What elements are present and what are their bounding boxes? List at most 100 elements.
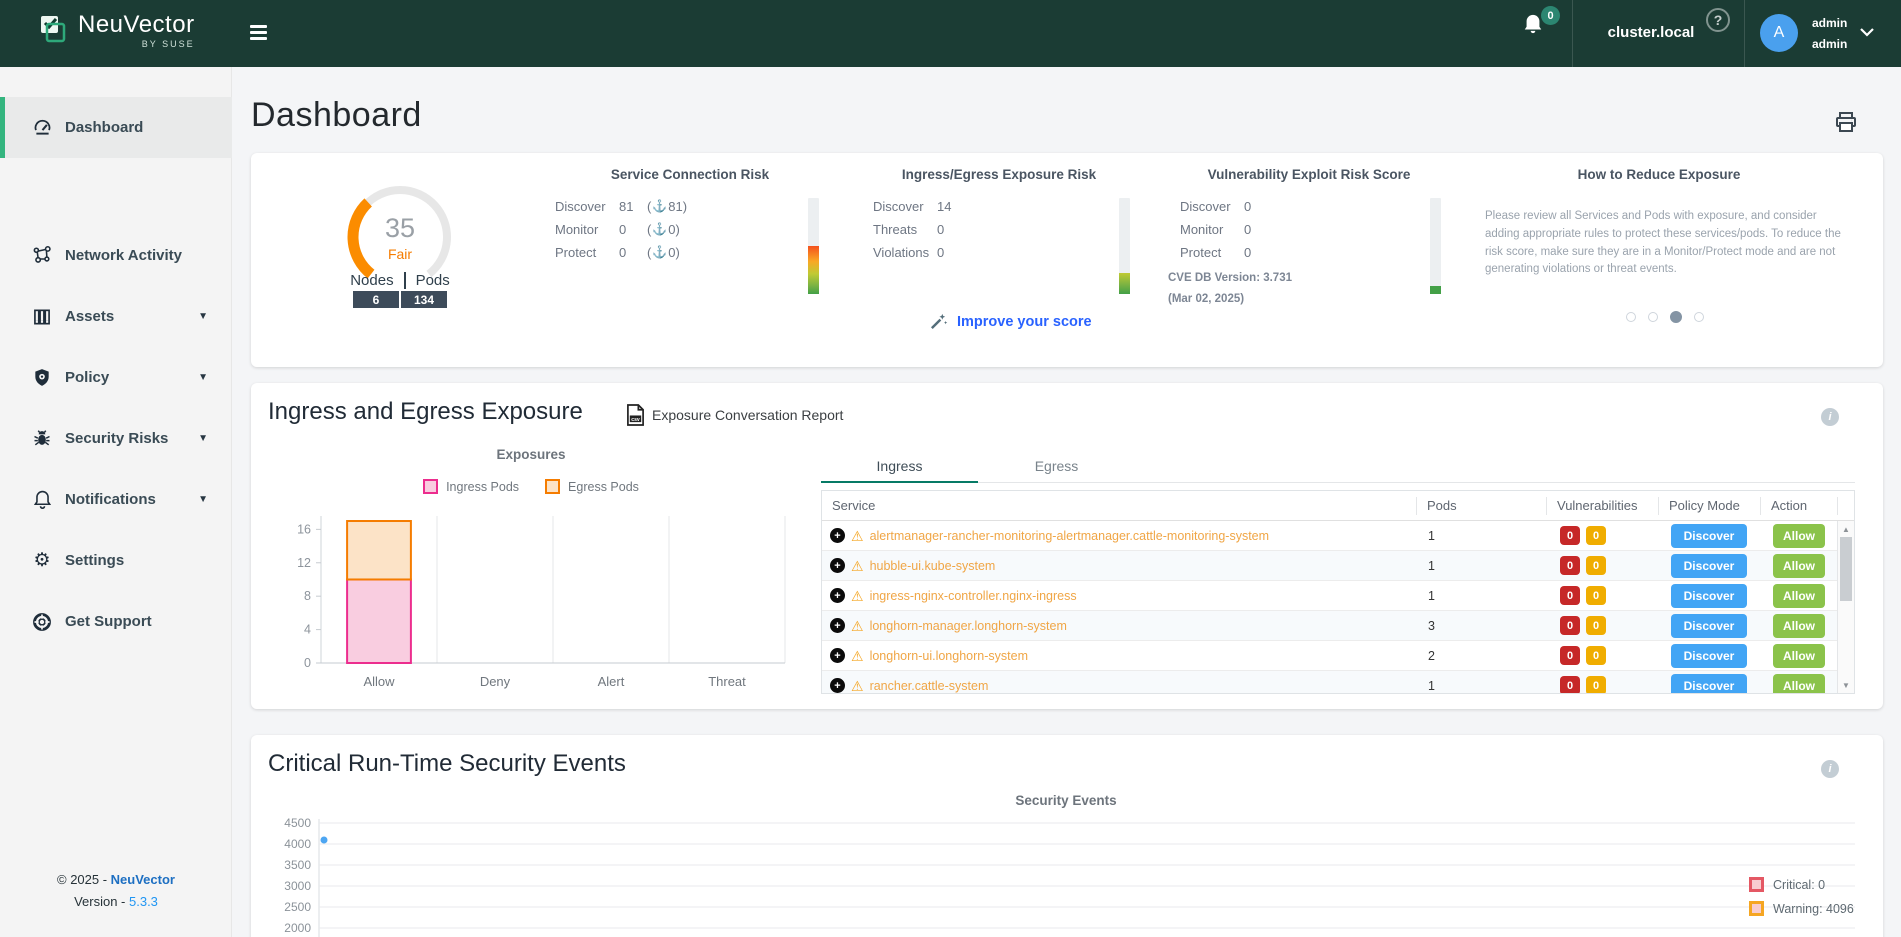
sidebar-item-label: Security Risks (65, 430, 168, 447)
expand-row-icon[interactable]: + (830, 528, 845, 543)
warning-triangle-icon: ⚠ (851, 589, 864, 603)
policy-mode-button[interactable]: Discover (1671, 584, 1748, 608)
warning-triangle-icon: ⚠ (851, 529, 864, 543)
print-icon[interactable] (1834, 110, 1858, 134)
sidebar-item-assets[interactable]: Assets ▼ (0, 286, 232, 347)
medium-vuln-badge: 0 (1586, 676, 1606, 694)
brand-byline: BY SUSE (78, 39, 195, 49)
sidebar-item-network-activity[interactable]: Network Activity (0, 225, 232, 286)
service-link[interactable]: ingress-nginx-controller.nginx-ingress (870, 589, 1077, 603)
user-name: admin (1812, 13, 1847, 34)
user-menu[interactable]: admin admin (1812, 13, 1847, 55)
cve-db-version: CVE DB Version: 3.731 (1168, 272, 1292, 284)
sidebar-item-get-support[interactable]: Get Support (0, 591, 232, 652)
svg-text:8: 8 (304, 589, 311, 603)
sidebar-item-label: Dashboard (65, 119, 143, 136)
hamburger-menu-icon[interactable] (250, 22, 272, 42)
medium-vuln-badge: 0 (1586, 616, 1606, 635)
policy-mode-button[interactable]: Discover (1671, 554, 1748, 578)
pods-count: 1 (1416, 679, 1546, 693)
exposures-bar-chart: 0481216AllowDenyAlertThreat (271, 508, 791, 698)
exposure-table-header: Service Pods Vulnerabilities Policy Mode… (822, 491, 1854, 521)
policy-mode-button[interactable]: Discover (1671, 524, 1748, 548)
neuvector-link[interactable]: NeuVector (111, 872, 175, 887)
service-link[interactable]: rancher.cattle-system (870, 679, 989, 693)
table-scrollbar[interactable]: ▲ ▼ (1837, 521, 1854, 693)
service-link[interactable]: hubble-ui.kube-system (870, 559, 996, 573)
chevron-down-icon[interactable] (1860, 28, 1874, 37)
carousel-dot[interactable] (1694, 312, 1704, 322)
service-link[interactable]: alertmanager-rancher-monitoring-alertman… (870, 529, 1269, 543)
policy-mode-button[interactable]: Discover (1671, 644, 1748, 668)
avatar[interactable]: A (1760, 14, 1798, 52)
user-role: admin (1812, 34, 1847, 55)
sidebar-item-settings[interactable]: ⚙ Settings (0, 530, 232, 591)
sidebar-item-policy[interactable]: Policy ▼ (0, 347, 232, 408)
exposure-tabs: Ingress Egress (821, 449, 1855, 483)
table-row[interactable]: + ⚠ longhorn-manager.longhorn-system 3 0… (822, 611, 1838, 641)
carousel-dot[interactable] (1626, 312, 1636, 322)
vulnerability-risk-rows: Discover0 Monitor0 Protect0 (1180, 195, 1266, 264)
pods-count: 1 (1416, 529, 1546, 543)
action-button[interactable]: Allow (1773, 614, 1825, 638)
vulnerability-risk-title: Vulnerability Exploit Risk Score (1159, 167, 1459, 182)
svg-text:Allow: Allow (363, 674, 395, 689)
table-row[interactable]: + ⚠ ingress-nginx-controller.nginx-ingre… (822, 581, 1838, 611)
policy-mode-button[interactable]: Discover (1671, 614, 1748, 638)
events-chart-legend: Critical: 0 Warning: 4096 (1749, 877, 1854, 925)
sidebar-item-notifications[interactable]: Notifications ▼ (0, 469, 232, 530)
scroll-up-icon[interactable]: ▲ (1838, 522, 1854, 536)
action-button[interactable]: Allow (1773, 584, 1825, 608)
expand-row-icon[interactable]: + (830, 648, 845, 663)
svg-text:0: 0 (304, 656, 311, 670)
exposures-chart-legend: Ingress PodsEgress Pods (271, 479, 791, 494)
policy-mode-button[interactable]: Discover (1671, 674, 1748, 695)
carousel-dot[interactable] (1670, 311, 1682, 323)
improve-score-link[interactable]: Improve your score (929, 312, 1092, 331)
action-button[interactable]: Allow (1773, 554, 1825, 578)
carousel-dot[interactable] (1648, 312, 1658, 322)
pods-count: 1 (1416, 559, 1546, 573)
sidebar-item-dashboard[interactable]: Dashboard (0, 97, 232, 158)
info-icon[interactable]: i (1821, 408, 1839, 426)
notifications-bell[interactable]: 0 (1522, 12, 1562, 52)
exposure-report-link[interactable]: csv Exposure Conversation Report (626, 404, 843, 426)
table-row[interactable]: + ⚠ longhorn-ui.longhorn-system 2 0 0 Di… (822, 641, 1838, 671)
svg-text:2500: 2500 (284, 900, 311, 914)
tab-ingress[interactable]: Ingress (821, 449, 978, 483)
warning-triangle-icon: ⚠ (851, 619, 864, 633)
high-vuln-badge: 0 (1560, 676, 1580, 694)
expand-row-icon[interactable]: + (830, 558, 845, 573)
action-button[interactable]: Allow (1773, 674, 1825, 695)
info-icon[interactable]: i (1821, 760, 1839, 778)
table-row[interactable]: + ⚠ hubble-ui.kube-system 1 0 0 Discover… (822, 551, 1838, 581)
table-row[interactable]: + ⚠ rancher.cattle-system 1 0 0 Discover… (822, 671, 1838, 694)
shield-icon (31, 367, 53, 388)
legend-item: Egress Pods (545, 479, 639, 494)
exposures-chart-title: Exposures (271, 447, 791, 462)
expand-row-icon[interactable]: + (830, 618, 845, 633)
legend-item: Warning: 4096 (1749, 901, 1854, 916)
action-button[interactable]: Allow (1773, 524, 1825, 548)
service-link[interactable]: longhorn-ui.longhorn-system (870, 649, 1028, 663)
events-section-title: Critical Run-Time Security Events (268, 750, 626, 778)
how-to-reduce-title: How to Reduce Exposure (1509, 167, 1809, 182)
chevron-down-icon: ▼ (198, 311, 208, 322)
action-button[interactable]: Allow (1773, 644, 1825, 668)
expand-row-icon[interactable]: + (830, 678, 845, 693)
tab-egress[interactable]: Egress (978, 449, 1135, 483)
table-row[interactable]: + ⚠ alertmanager-rancher-monitoring-aler… (822, 521, 1838, 551)
security-events-card: Critical Run-Time Security Events i Secu… (251, 735, 1883, 937)
sidebar-item-security-risks[interactable]: Security Risks ▼ (0, 408, 232, 469)
service-link[interactable]: longhorn-manager.longhorn-system (870, 619, 1067, 633)
help-icon[interactable]: ? (1706, 8, 1730, 32)
sidebar: Dashboard Network Activity Assets ▼ Poli… (0, 67, 232, 937)
version-link[interactable]: 5.3.3 (129, 894, 158, 909)
scroll-down-icon[interactable]: ▼ (1838, 678, 1854, 692)
expand-row-icon[interactable]: + (830, 588, 845, 603)
scrollbar-thumb[interactable] (1840, 537, 1852, 601)
high-vuln-badge: 0 (1560, 556, 1580, 575)
cluster-name[interactable]: cluster.local (1596, 24, 1706, 41)
legend-item: Critical: 0 (1749, 877, 1854, 892)
exposure-table-body: + ⚠ alertmanager-rancher-monitoring-aler… (822, 521, 1838, 694)
